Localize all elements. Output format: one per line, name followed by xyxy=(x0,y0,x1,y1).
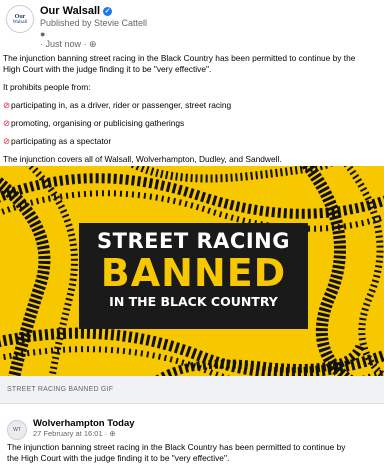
shared-page-avatar[interactable]: WT xyxy=(7,420,27,440)
published-by[interactable]: Published by Stevie Cattell xyxy=(40,18,147,29)
banner-line-2: BANNED xyxy=(100,251,287,295)
avatar-text-bottom: Walsall xyxy=(12,19,28,25)
timestamp-row: · Just now · ⊕ xyxy=(40,39,147,50)
post-body: The injunction banning street racing in … xyxy=(3,53,384,172)
prohibited-icon: ⊘ xyxy=(3,100,11,110)
gif-caption: STREET RACING BANNED GIF xyxy=(7,386,114,393)
bullet-text: participating as a spectator xyxy=(11,136,112,146)
prohibited-icon: ⊘ xyxy=(3,118,11,128)
paragraph-3: The injunction covers all of Walsall, Wo… xyxy=(3,154,282,164)
page-avatar[interactable]: Our Walsall xyxy=(6,5,34,33)
page-name-link[interactable]: Our Walsall ✓ xyxy=(40,5,147,18)
timestamp[interactable]: · Just now · xyxy=(40,39,89,49)
page-name[interactable]: Our Walsall xyxy=(40,5,100,18)
shared-post[interactable]: WT Wolverhampton Today 27 February at 16… xyxy=(0,404,384,468)
shared-post-text: The injunction banning street racing in … xyxy=(7,442,383,464)
bullet-item: ⊘participating in, as a driver, rider or… xyxy=(3,100,384,111)
bullet-text: participating in, as a driver, rider or … xyxy=(11,100,232,110)
banned-banner: STREET RACING BANNED IN THE BLACK COUNTR… xyxy=(79,223,308,329)
paragraph-1: The injunction banning street racing in … xyxy=(3,53,384,75)
post-header: Our Walsall Our Walsall ✓ Published by S… xyxy=(6,5,147,50)
bullet-text: promoting, organising or publicising gat… xyxy=(11,118,185,128)
paragraph-2: It prohibits people from: xyxy=(3,82,91,92)
shared-text-line-1: The injunction banning street racing in … xyxy=(7,442,346,452)
banner-line-1: STREET RACING xyxy=(97,229,290,253)
bullet-item: ⊘promoting, organising or publicising ga… xyxy=(3,118,384,129)
globe-icon: ⊕ xyxy=(109,429,116,438)
gif-caption-bar[interactable]: STREET RACING BANNED GIF xyxy=(0,376,384,404)
bullet-item: ⊘participating as a spectator xyxy=(3,136,384,147)
verified-badge-icon: ✓ xyxy=(103,7,113,16)
shared-page-name[interactable]: Wolverhampton Today xyxy=(33,418,135,429)
shared-timestamp[interactable]: 27 February at 16:01 · xyxy=(33,429,109,438)
shared-text-line-2: the High Court with the judge finding it… xyxy=(7,453,230,463)
shared-timestamp-row: 27 February at 16:01 · ⊕ xyxy=(33,429,116,438)
paragraph-1-line-1: The injunction banning street racing in … xyxy=(3,53,356,63)
prohibited-icon: ⊘ xyxy=(3,136,11,146)
banner-line-3: IN THE BLACK COUNTRY xyxy=(109,294,278,309)
gif-image[interactable]: STREET RACING BANNED IN THE BLACK COUNTR… xyxy=(0,166,384,376)
post-meta: Our Walsall ✓ Published by Stevie Cattel… xyxy=(40,5,147,50)
paragraph-1-line-2: High Court with the judge finding it to … xyxy=(3,64,212,74)
author-avatar-icon: ● xyxy=(40,29,46,39)
globe-icon: ⊕ xyxy=(89,39,97,49)
